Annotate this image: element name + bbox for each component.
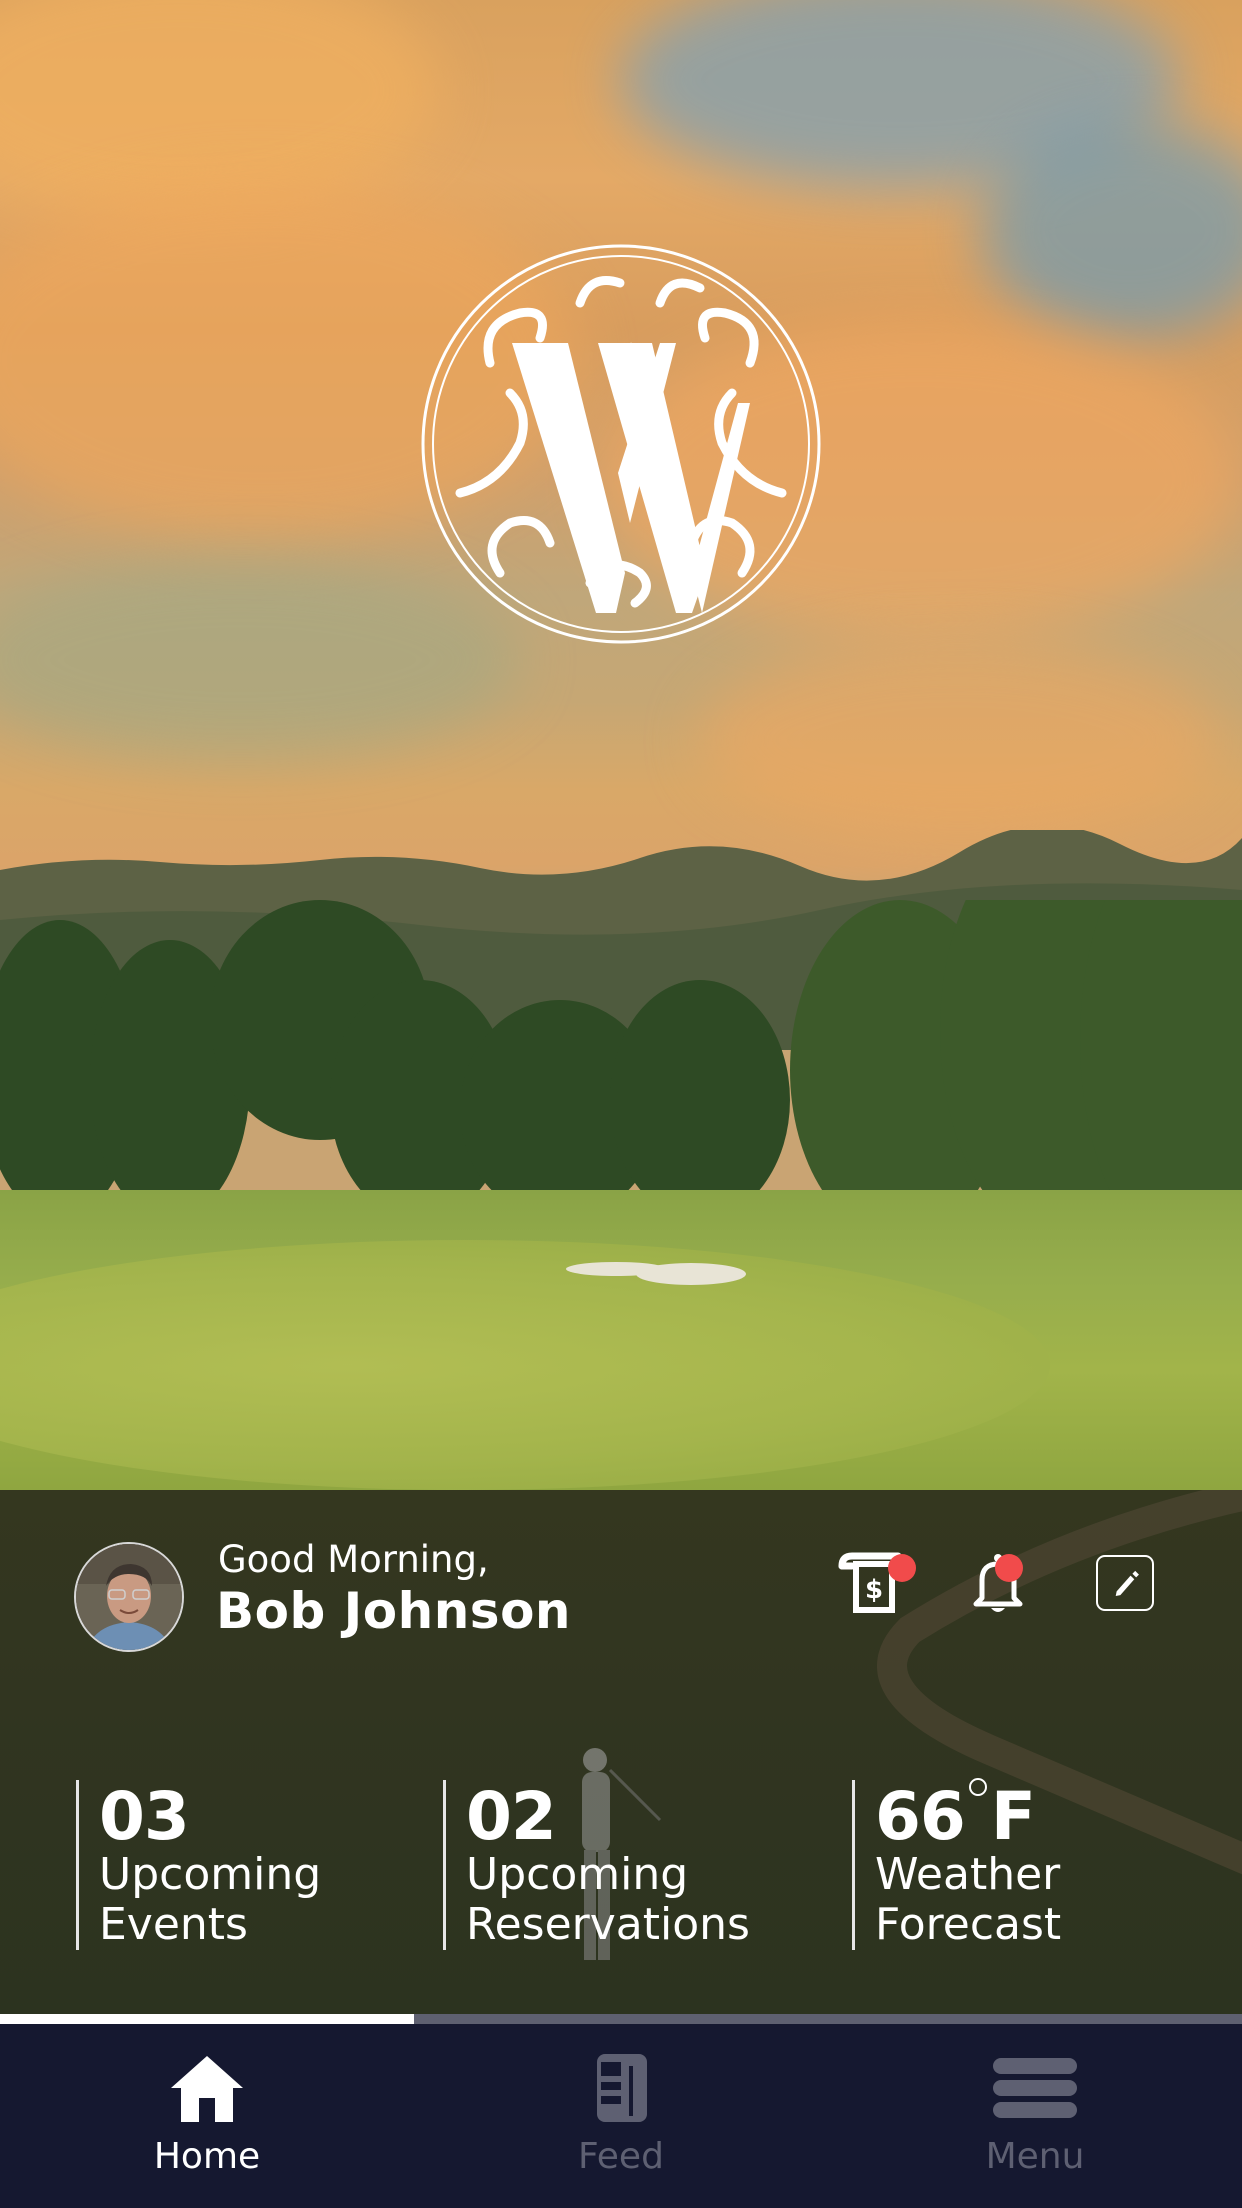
- notifications-button[interactable]: [968, 1552, 1028, 1616]
- stat-value: 03: [99, 1778, 190, 1855]
- greeting-salutation: Good Morning,: [218, 1538, 489, 1581]
- user-name: Bob Johnson: [216, 1582, 572, 1640]
- club-monogram-logo: [421, 244, 821, 644]
- stat-label: Events: [99, 1899, 248, 1950]
- hamburger-menu-icon: [993, 2058, 1077, 2118]
- notification-badge: [995, 1554, 1023, 1582]
- user-avatar[interactable]: [74, 1542, 184, 1652]
- hero-background: [0, 0, 1242, 1490]
- stat-weather-forecast[interactable]: 66 F Weather Forecast: [852, 1778, 1062, 1950]
- nav-label: Menu: [985, 2136, 1085, 2177]
- pencil-icon: [1115, 1570, 1139, 1596]
- bottom-nav: Home Feed Menu: [0, 2024, 1242, 2208]
- svg-text:$: $: [865, 1575, 883, 1605]
- page-indicator-fill: [0, 2014, 414, 2024]
- stat-upcoming-events[interactable]: 03 Upcoming Events: [76, 1780, 321, 1950]
- nav-label: Feed: [578, 2136, 664, 2177]
- tree-line: [0, 900, 1242, 1240]
- nav-item-menu[interactable]: Menu: [828, 2024, 1242, 2208]
- nav-item-feed[interactable]: Feed: [414, 2024, 828, 2208]
- edit-profile-button[interactable]: [1096, 1555, 1154, 1611]
- newspaper-icon: [597, 2054, 647, 2122]
- stat-label: Forecast: [875, 1899, 1062, 1950]
- billing-statement-button[interactable]: $: [838, 1552, 916, 1616]
- temperature-unit: F: [990, 1778, 1036, 1855]
- page-indicator: [0, 2014, 1242, 2024]
- degree-icon: [968, 1778, 987, 1796]
- nav-item-home[interactable]: Home: [0, 2024, 414, 2208]
- sand-bunker: [636, 1263, 746, 1285]
- stat-label: Upcoming: [99, 1849, 322, 1900]
- nav-label: Home: [153, 2136, 261, 2177]
- stat-value: 66: [875, 1778, 966, 1855]
- home-icon: [171, 2056, 243, 2122]
- stat-value: 02: [466, 1778, 557, 1855]
- cloud: [700, 640, 1220, 840]
- stat-upcoming-reservations[interactable]: 02 Upcoming Reservations: [443, 1780, 750, 1950]
- notification-badge: [888, 1554, 916, 1582]
- user-photo: [76, 1544, 182, 1650]
- stat-label: Reservations: [466, 1899, 750, 1950]
- stat-label: Weather: [875, 1849, 1061, 1900]
- stat-label: Upcoming: [466, 1849, 689, 1900]
